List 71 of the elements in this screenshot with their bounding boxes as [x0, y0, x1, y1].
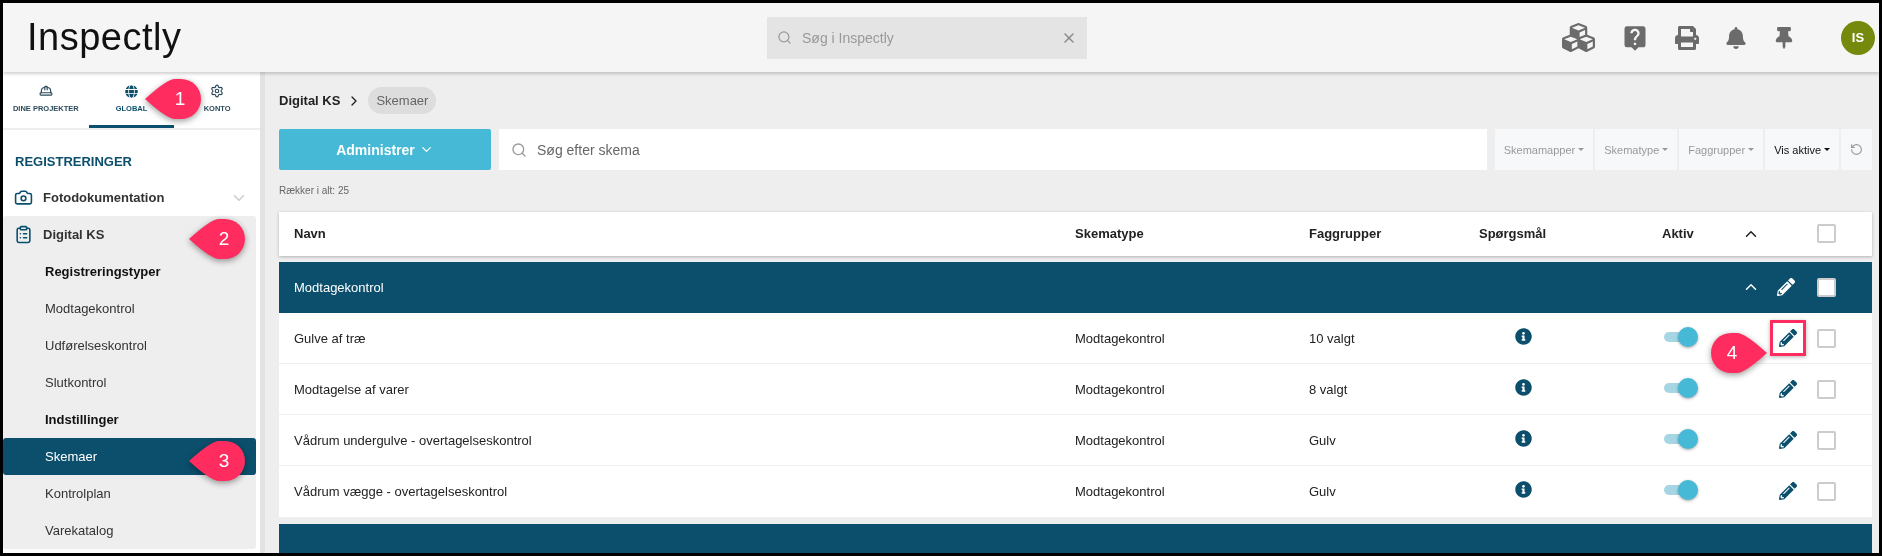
breadcrumb-link[interactable]: Digital KS: [279, 93, 341, 108]
column-header: Aktiv: [1662, 226, 1695, 242]
checkbox[interactable]: [1817, 430, 1836, 450]
pencil-icon: [1779, 482, 1797, 501]
info-icon[interactable]: [1515, 379, 1532, 397]
table-cell-text: Vådrum undergulve - overtagelseskontrol: [294, 432, 533, 448]
table-cell-text: Modtagekontrol: [1075, 381, 1166, 397]
search-icon: [511, 141, 527, 158]
search-field[interactable]: Søg efter skema: [499, 129, 1487, 171]
callout-tooltip: 1: [145, 79, 201, 119]
printer-icon[interactable]: [1675, 25, 1699, 50]
info-icon[interactable]: [1515, 481, 1532, 499]
group-row[interactable]: Modtagekontrol: [279, 261, 1872, 313]
column-header: Navn: [294, 226, 327, 242]
active-toggle[interactable]: [1662, 326, 1698, 347]
column-header: Spørgsmål: [1479, 226, 1548, 242]
sidebar-item[interactable]: Varekatalog: [3, 512, 256, 549]
group-name: Modtagekontrol: [294, 279, 385, 295]
breadcrumb-current: Skemaer: [368, 87, 437, 114]
filter-dropdown[interactable]: Vis aktive: [1765, 129, 1839, 171]
column-header: Skematype: [1075, 226, 1145, 242]
sidebar-item[interactable]: Modtagekontrol: [3, 290, 256, 327]
edit-button[interactable]: [1770, 320, 1806, 357]
pencil-icon: [1779, 329, 1797, 348]
table-cell-text: Gulv: [1309, 483, 1337, 499]
sidebar-item[interactable]: Fotodokumentation: [3, 179, 260, 216]
active-toggle[interactable]: [1662, 428, 1698, 449]
section-title: REGISTRERINGER: [14, 153, 133, 171]
pencil-icon: [1779, 380, 1797, 399]
table-cell-text: Modtagekontrol: [1075, 432, 1166, 448]
table-cell-text: Modtagekontrol: [1075, 330, 1166, 346]
cubes-icon[interactable]: [1562, 21, 1595, 54]
table-cell-text: 10 valgt: [1309, 330, 1356, 346]
table-cell-text: Gulve af træ: [294, 330, 367, 346]
sidebar-item[interactable]: Indstillinger: [3, 401, 256, 438]
select-all-checkbox[interactable]: [1817, 224, 1836, 244]
table-cell-text: 8 valgt: [1309, 381, 1349, 397]
table-cell-text: Modtagelse af varer: [294, 381, 410, 397]
checkbox[interactable]: [1817, 328, 1836, 348]
sidebar-item[interactable]: Slutkontrol: [3, 364, 256, 401]
checkbox[interactable]: [1817, 277, 1836, 297]
clipboard-icon: [14, 225, 33, 244]
hard-hat-icon: [38, 84, 53, 98]
callout-tooltip: 2: [189, 219, 245, 259]
inspectly-logo: Inspectly: [27, 16, 183, 59]
pencil-icon: [1777, 278, 1795, 297]
sidebar-item[interactable]: Digital KS: [3, 216, 117, 253]
globe-icon: [125, 84, 138, 98]
sidebar-item[interactable]: Udførelseskontrol: [3, 327, 256, 364]
table-cell-text: Vådrum vægge - overtagelseskontrol: [294, 483, 509, 499]
user-avatar[interactable]: IS: [1841, 20, 1875, 55]
active-toggle[interactable]: [1662, 377, 1698, 398]
active-toggle[interactable]: [1662, 479, 1698, 500]
checkbox[interactable]: [1817, 481, 1836, 501]
settings-icon: [210, 84, 225, 98]
callout-tooltip: 4: [1711, 333, 1767, 373]
bell-icon[interactable]: [1725, 26, 1747, 49]
pencil-icon: [1779, 431, 1797, 450]
table-cell-text: Gulv: [1309, 432, 1337, 448]
reset-icon: [1850, 143, 1863, 157]
table-cell-text: Modtagekontrol: [1075, 483, 1166, 499]
search-icon: [777, 30, 792, 45]
callout-tooltip: 3: [189, 441, 245, 481]
info-icon[interactable]: [1515, 430, 1532, 448]
group-row[interactable]: [279, 523, 1872, 553]
pin-icon[interactable]: [1773, 26, 1795, 49]
checkbox[interactable]: [1817, 379, 1836, 399]
column-header: Faggrupper: [1309, 226, 1383, 242]
row-count: Rækker i alt: 25: [279, 184, 351, 199]
info-icon[interactable]: [1515, 328, 1532, 346]
camera-icon: [14, 188, 33, 207]
